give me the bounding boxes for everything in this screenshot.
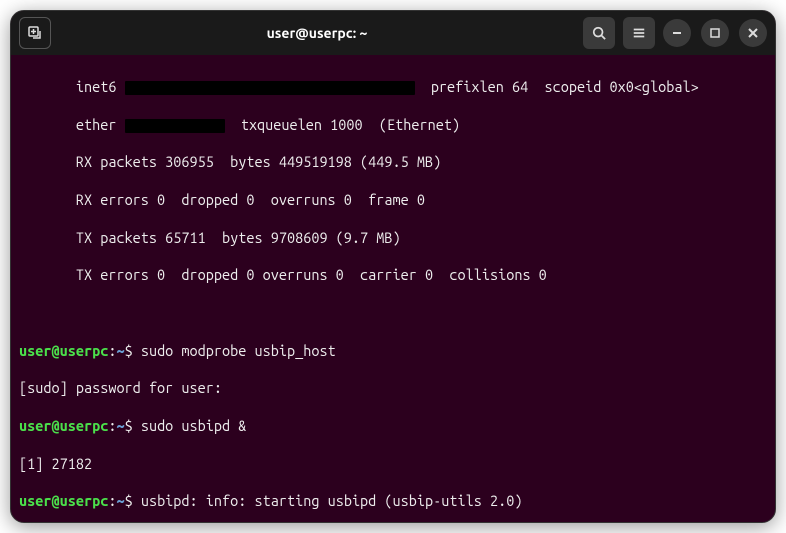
output-line: RX packets 306955 bytes 449519198 (449.5… <box>19 153 767 172</box>
close-icon <box>748 28 758 38</box>
output-line: [sudo] password for user: <box>19 379 767 398</box>
new-tab-button[interactable] <box>19 17 51 49</box>
hamburger-icon <box>632 26 646 40</box>
terminal-output[interactable]: inet6 prefixlen 64 scopeid 0x0<global> e… <box>11 55 775 522</box>
maximize-button[interactable] <box>701 19 729 47</box>
output-line: TX errors 0 dropped 0 overruns 0 carrier… <box>19 266 767 285</box>
minimize-icon <box>672 28 682 38</box>
maximize-icon <box>710 28 720 38</box>
redacted-mac <box>125 119 225 133</box>
search-icon <box>592 26 606 40</box>
prompt-line: user@userpc:~$ usbipd: info: starting us… <box>19 492 767 511</box>
output-line: TX packets 65711 bytes 9708609 (9.7 MB) <box>19 229 767 248</box>
window-controls <box>663 19 767 47</box>
window-title: user@userpc: ~ <box>59 25 575 41</box>
prompt-line: user@userpc:~$ sudo modprobe usbip_host <box>19 342 767 361</box>
menu-button[interactable] <box>623 17 655 49</box>
plus-tab-icon <box>27 25 43 41</box>
redacted-ipv6 <box>125 81 415 95</box>
search-button[interactable] <box>583 17 615 49</box>
output-line: inet6 prefixlen 64 scopeid 0x0<global> <box>19 78 767 97</box>
output-line <box>19 304 767 323</box>
output-line: [1] 27182 <box>19 455 767 474</box>
output-line: RX errors 0 dropped 0 overruns 0 frame 0 <box>19 191 767 210</box>
prompt-line: user@userpc:~$ sudo usbipd & <box>19 417 767 436</box>
minimize-button[interactable] <box>663 19 691 47</box>
titlebar: user@userpc: ~ <box>11 11 775 55</box>
close-button[interactable] <box>739 19 767 47</box>
output-line: ether txqueuelen 1000 (Ethernet) <box>19 116 767 135</box>
terminal-window: user@userpc: ~ inet6 prefixlen 64 scopei… <box>10 10 776 523</box>
